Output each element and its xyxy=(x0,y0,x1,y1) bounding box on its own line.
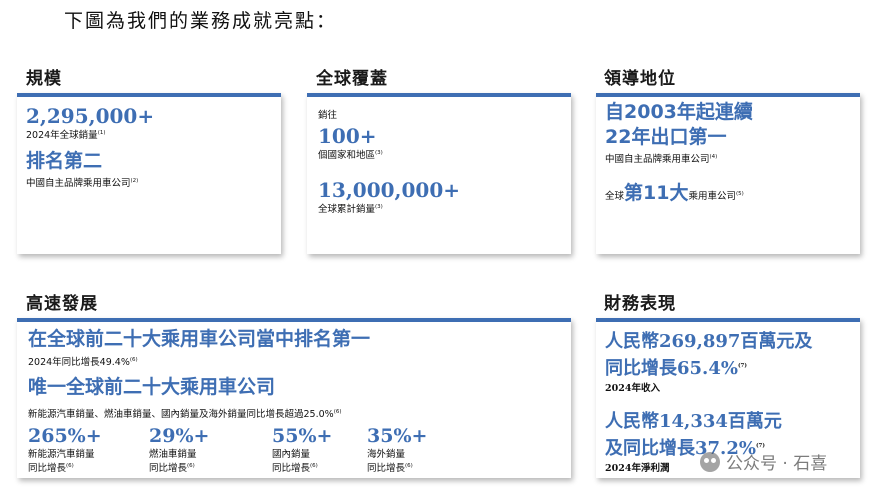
leadership-line1: 自2003年起連續 xyxy=(605,101,753,123)
scale-title: 規模 xyxy=(26,69,62,89)
watermark-text: 公众号 · 石喜 xyxy=(726,454,828,474)
finance-profit-caption: 2024年淨利潤 xyxy=(605,463,670,474)
global-countries-caption: 個國家和地區(3) xyxy=(318,149,383,161)
global-cumulative-caption: 全球累計銷量(3) xyxy=(318,203,383,215)
growth-stat-value: 29%+ xyxy=(149,425,210,447)
leadership-title: 領導地位 xyxy=(604,69,676,89)
growth-stat-line1: 海外銷量 xyxy=(367,449,406,460)
growth-stat-value: 55%+ xyxy=(272,425,333,447)
finance-revenue-line1: 人民幣269,897百萬元及 xyxy=(605,331,813,352)
growth-caption1: 2024年同比增長49.4%(6) xyxy=(28,356,138,368)
growth-stat-line1: 國內銷量 xyxy=(272,449,311,460)
growth-title: 高速發展 xyxy=(26,294,98,314)
global-title: 全球覆蓋 xyxy=(316,69,388,89)
scale-value-caption: 2024年全球銷量(1) xyxy=(26,129,106,141)
leadership-caption: 中國自主品牌乘用車公司(4) xyxy=(605,153,718,165)
growth-stat-value: 35%+ xyxy=(367,425,428,447)
growth-stat-line2: 同比增長(6) xyxy=(28,462,74,474)
scale-rank-caption: 中國自主品牌乘用車公司(2) xyxy=(26,177,139,189)
growth-stat-line2: 同比增長(6) xyxy=(149,462,195,474)
growth-stat: 265%+ 新能源汽車銷量 同比增長(6) xyxy=(28,426,102,474)
leadership-rank: 全球第11大乘用車公司(5) xyxy=(605,182,744,205)
global-prefix: 銷往 xyxy=(318,110,338,121)
wechat-icon xyxy=(700,451,720,472)
growth-stat-value: 265%+ xyxy=(28,425,102,447)
global-cumulative: 13,000,000+ xyxy=(318,178,461,202)
global-card: 銷往 100+ 個國家和地區(3) 13,000,000+ 全球累計銷量(3) xyxy=(307,93,571,254)
growth-headline2: 唯一全球前二十大乘用車公司 xyxy=(28,376,276,398)
growth-stat: 55%+ 國內銷量 同比增長(6) xyxy=(272,426,332,474)
growth-stat-line1: 新能源汽車銷量 xyxy=(28,449,95,460)
finance-title: 財務表現 xyxy=(604,294,676,314)
leadership-line2: 22年出口第一 xyxy=(605,126,727,148)
finance-revenue-line2: 同比增長65.4%(7) xyxy=(605,358,747,379)
scale-value: 2,295,000+ xyxy=(26,104,155,128)
growth-stat: 29%+ 燃油車銷量 同比增長(6) xyxy=(149,426,209,474)
global-countries: 100+ xyxy=(318,124,377,148)
watermark: 公众号 · 石喜 xyxy=(700,449,827,474)
finance-profit-line1: 人民幣14,334百萬元 xyxy=(605,411,782,432)
growth-stat: 35%+ 海外銷量 同比增長(6) xyxy=(367,426,427,474)
growth-caption2: 新能源汽車銷量、燃油車銷量、國內銷量及海外銷量同比增長超過25.0%(6) xyxy=(28,408,342,420)
growth-stat-line1: 燃油車銷量 xyxy=(149,449,197,460)
scale-rank: 排名第二 xyxy=(26,150,103,172)
growth-card: 在全球前二十大乘用車公司當中排名第一 2024年同比增長49.4%(6) 唯一全… xyxy=(17,318,571,478)
finance-revenue-caption: 2024年收入 xyxy=(605,383,660,394)
scale-card: 2,295,000+ 2024年全球銷量(1) 排名第二 中國自主品牌乘用車公司… xyxy=(17,93,281,254)
growth-headline1: 在全球前二十大乘用車公司當中排名第一 xyxy=(28,328,371,350)
growth-stat-line2: 同比增長(6) xyxy=(367,462,413,474)
intro-text: 下圖為我們的業務成就亮點： xyxy=(64,10,338,32)
leadership-card: 自2003年起連續 22年出口第一 中國自主品牌乘用車公司(4) 全球第11大乘… xyxy=(596,93,860,254)
growth-stat-line2: 同比增長(6) xyxy=(272,462,318,474)
